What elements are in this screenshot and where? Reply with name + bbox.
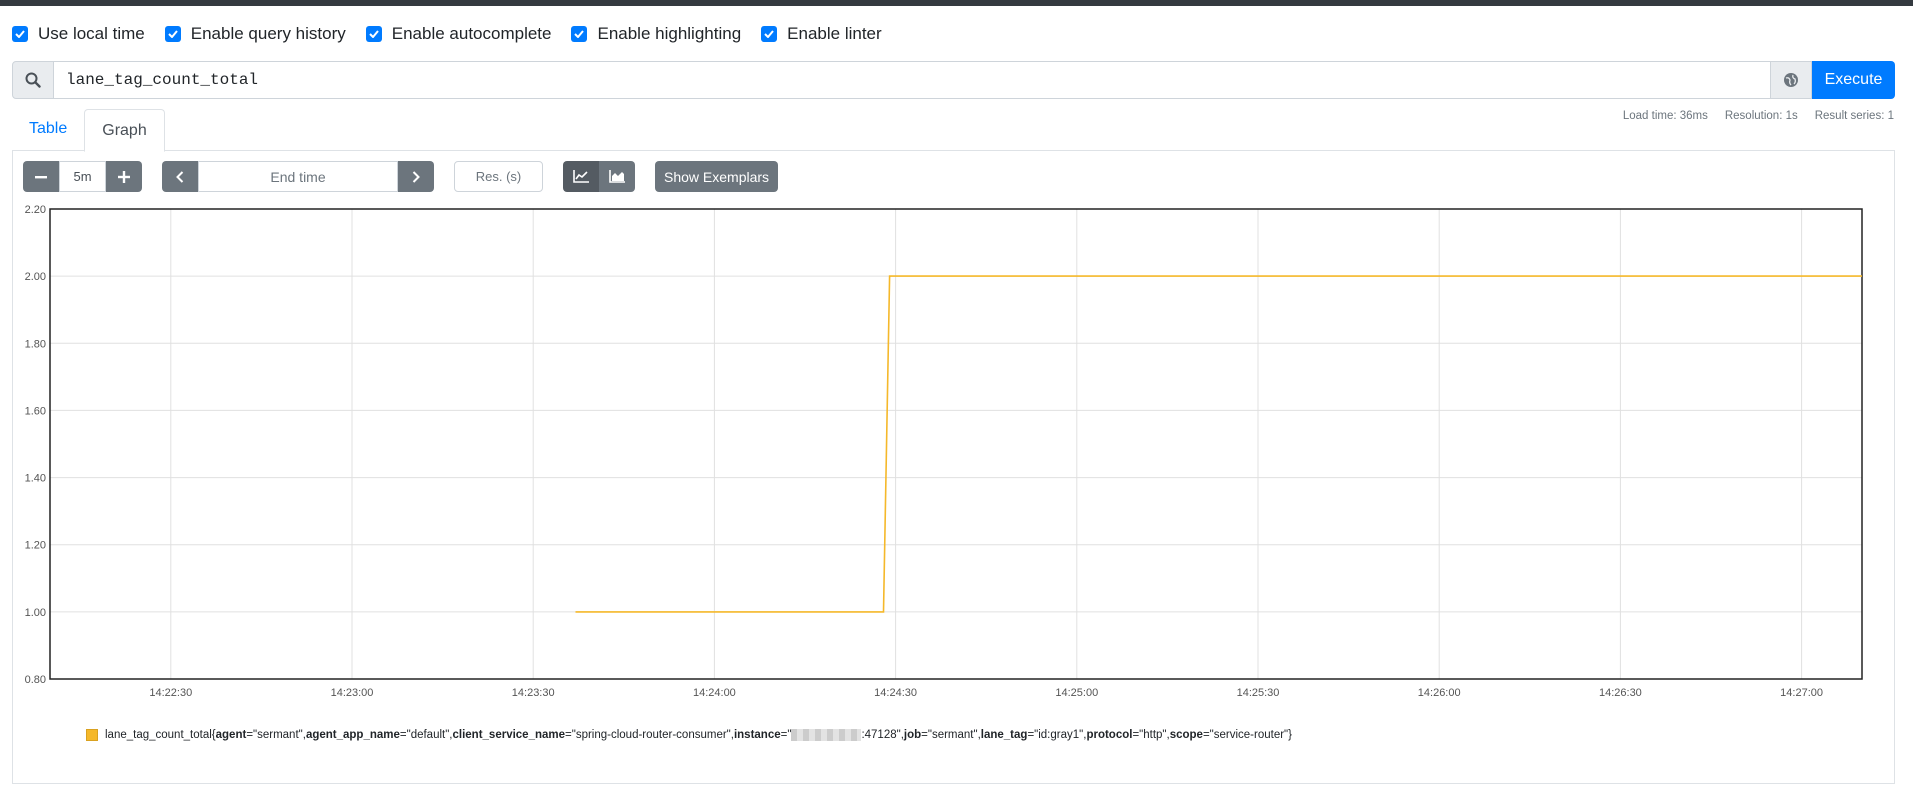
x-tick-label: 14:24:00 (693, 687, 736, 699)
x-tick-label: 14:23:00 (331, 687, 374, 699)
legend-label-value: ="spring-cloud-router-consumer", (565, 729, 734, 741)
legend-label-value: ="service-router"} (1202, 729, 1292, 741)
legend-label-value: ="http", (1132, 729, 1170, 741)
x-tick-label: 14:22:30 (149, 687, 192, 699)
legend-label-key: instance (733, 729, 781, 741)
redacted-instance (791, 729, 862, 741)
legend-label-value: ="default", (399, 729, 453, 741)
x-tick-label: 14:25:30 (1237, 687, 1280, 699)
x-tick-label: 14:23:30 (512, 687, 555, 699)
legend-label-key: scope (1169, 729, 1203, 741)
x-tick-label: 14:24:30 (874, 687, 917, 699)
y-tick-label: 1.00 (25, 607, 46, 619)
legend-label-key: client_service_name (452, 729, 566, 741)
y-tick-label: 1.40 (25, 473, 46, 485)
plot-frame (49, 208, 1863, 680)
graph-legend[interactable]: lane_tag_count_total{ agent ="sermant", a… (86, 729, 1292, 741)
legend-label-key: lane_tag (980, 729, 1028, 741)
legend-label-key: agent_app_name (305, 729, 400, 741)
y-tick-label: 1.80 (25, 338, 46, 350)
legend-label-value: :47128", (861, 729, 904, 741)
legend-label-value: ="sermant", (921, 729, 981, 741)
y-tick-label: 1.60 (25, 405, 46, 417)
legend-label-value: =" (780, 729, 792, 741)
y-tick-label: 1.20 (25, 540, 46, 552)
y-tick-label: 2.20 (25, 204, 46, 216)
graph-chart: 0.80 1.00 1.20 1.40 1.60 1.80 2.00 2.20 14:22:30… (25, 204, 1863, 699)
x-tick-label: 14:27:00 (1780, 687, 1823, 699)
tab-graph[interactable]: Graph (84, 109, 165, 152)
x-tick-label: 14:26:00 (1418, 687, 1461, 699)
legend-label-value: ="sermant", (246, 729, 306, 741)
x-tick-label: 14:26:30 (1599, 687, 1642, 699)
x-tick-label: 14:25:00 (1055, 687, 1098, 699)
y-tick-label: 0.80 (25, 674, 46, 686)
legend-label-key: job (903, 729, 922, 741)
legend-metric: lane_tag_count_total{ (105, 729, 216, 741)
series-color-swatch (86, 729, 98, 741)
legend-label-value: ="id:gray1", (1027, 729, 1087, 741)
legend-label-key: agent (215, 729, 247, 741)
series-line (575, 275, 1862, 613)
y-tick-label: 2.00 (25, 271, 46, 283)
legend-label-key: protocol (1086, 729, 1133, 741)
